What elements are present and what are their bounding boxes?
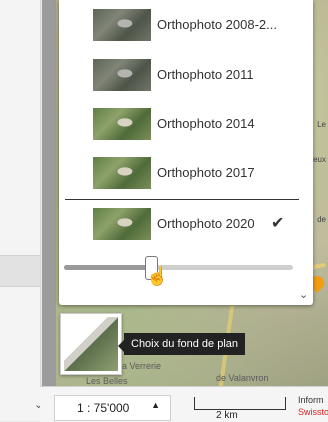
scale-bar — [194, 397, 286, 410]
caret-up-icon: ▲ — [151, 400, 160, 410]
background-tooltip: Choix du fond de plan — [117, 333, 246, 355]
scroll-down-icon[interactable]: ⌄ — [299, 288, 308, 301]
layer-option[interactable]: Orthophoto 2011 — [59, 52, 309, 98]
status-bar: 1 : 75'000 ▲ 2 km Inform Swissto — [40, 386, 328, 422]
map-place-label: a Verrerie — [122, 361, 162, 371]
opacity-slider[interactable] — [64, 265, 293, 270]
copyright-link[interactable]: Swissto — [298, 407, 328, 417]
menu-separator — [65, 199, 299, 200]
scale-selector[interactable]: 1 : 75'000 ▲ — [54, 395, 171, 421]
layer-option-label: Orthophoto 2011 — [157, 67, 254, 82]
scale-bar-tick — [194, 397, 195, 409]
hand-cursor-icon: ☝ — [146, 266, 169, 286]
background-layer-menu: Orthophoto 2008-2... Orthophoto 2011 Ort… — [59, 0, 313, 305]
info-link[interactable]: Inform — [298, 395, 324, 405]
map-place-label: Le — [317, 120, 326, 129]
background-selector-button[interactable] — [60, 313, 122, 375]
layer-option-selected[interactable]: Orthophoto 2020 ✔ — [59, 201, 309, 247]
sidebar-selected-row[interactable] — [0, 255, 40, 287]
map-place-label: eux — [313, 155, 326, 164]
left-sidebar: ⌄ — [0, 0, 43, 421]
orthophoto-thumbnail — [93, 157, 151, 189]
layer-option[interactable]: Orthophoto 2008-2... — [59, 2, 309, 48]
scale-value: 1 : 75'000 — [77, 401, 130, 415]
layer-option-label: Orthophoto 2014 — [157, 116, 255, 131]
orthophoto-thumbnail — [93, 108, 151, 140]
map-place-label: de — [317, 215, 326, 224]
layer-option-label: Orthophoto 2020 — [157, 216, 255, 231]
opacity-slider-fill — [64, 265, 152, 270]
layer-option[interactable]: Orthophoto 2017 — [59, 150, 309, 196]
orthophoto-thumbnail — [93, 9, 151, 41]
sidebar-scrollbar[interactable] — [42, 0, 56, 421]
layer-option-label: Orthophoto 2017 — [157, 165, 255, 180]
scale-bar-label: 2 km — [216, 410, 238, 421]
background-preview-thumbnail — [64, 317, 118, 371]
map-place-label: Les Belles — [86, 376, 128, 386]
orthophoto-thumbnail — [93, 208, 151, 240]
checkmark-icon: ✔ — [271, 215, 285, 232]
layer-option-label: Orthophoto 2008-2... — [157, 17, 277, 32]
orthophoto-thumbnail — [93, 59, 151, 91]
layer-option[interactable]: Orthophoto 2014 — [59, 101, 309, 147]
scale-bar-tick — [285, 397, 286, 409]
map-place-label: de Valanvron — [216, 373, 269, 383]
